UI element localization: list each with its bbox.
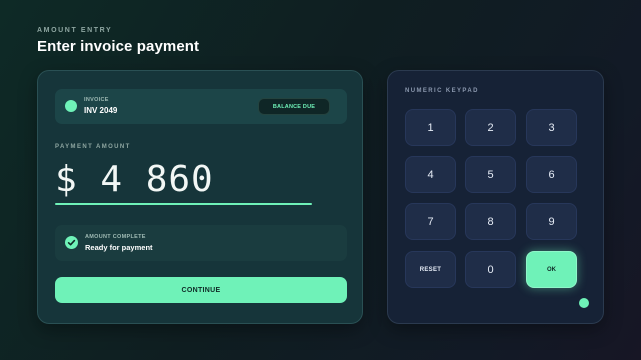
page-title: Enter invoice payment (37, 38, 200, 55)
numeric-keypad-card: NUMERIC KEYPAD 1 2 3 4 5 6 7 8 9 RESET 0… (387, 70, 604, 324)
amount-underline (55, 203, 312, 205)
online-status-dot-icon (579, 298, 589, 308)
key-1[interactable]: 1 (405, 109, 456, 146)
status-text: Ready for payment (85, 243, 153, 252)
payment-amount-label: PAYMENT AMOUNT (55, 144, 131, 150)
status-label: AMOUNT COMPLETE (85, 234, 146, 240)
reset-key[interactable]: RESET (405, 251, 456, 288)
key-9[interactable]: 9 (526, 203, 577, 240)
payment-amount-input[interactable]: $ 4 860 (55, 156, 214, 204)
amount-entry-card: INVOICE INV 2049 BALANCE DUE PAYMENT AMO… (37, 70, 363, 324)
key-5[interactable]: 5 (465, 156, 516, 193)
invoice-number: INV 2049 (84, 106, 118, 115)
key-2[interactable]: 2 (465, 109, 516, 146)
amount-status-row: AMOUNT COMPLETE Ready for payment (55, 225, 347, 261)
continue-button[interactable]: CONTINUE (55, 277, 347, 303)
section-eyebrow: AMOUNT ENTRY (37, 27, 113, 34)
key-3[interactable]: 3 (526, 109, 577, 146)
ok-key[interactable]: OK (526, 251, 577, 288)
invoice-label: INVOICE (84, 97, 109, 103)
key-7[interactable]: 7 (405, 203, 456, 240)
key-6[interactable]: 6 (526, 156, 577, 193)
key-8[interactable]: 8 (465, 203, 516, 240)
check-circle-icon (65, 236, 78, 249)
key-4[interactable]: 4 (405, 156, 456, 193)
balance-due-badge: BALANCE DUE (258, 98, 330, 115)
keypad-title: NUMERIC KEYPAD (405, 88, 479, 94)
invoice-status-dot-icon (65, 100, 77, 112)
key-0[interactable]: 0 (465, 251, 516, 288)
invoice-row: INVOICE INV 2049 BALANCE DUE (55, 89, 347, 124)
